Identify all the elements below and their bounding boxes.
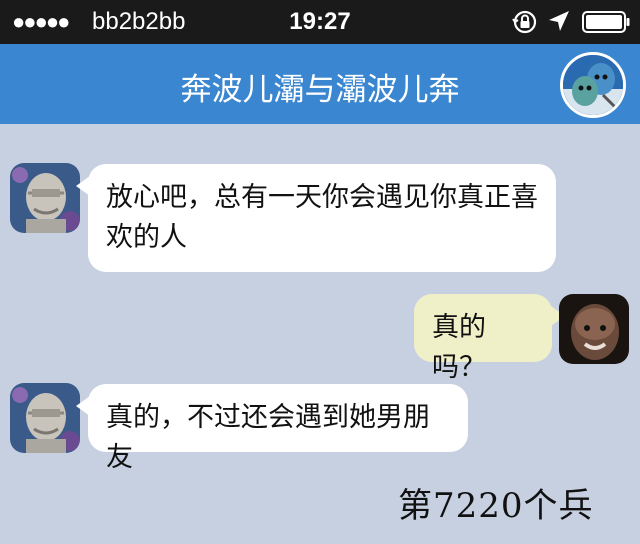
message-bubble[interactable]: 真的吗？	[414, 294, 552, 383]
sender-avatar[interactable]	[10, 383, 80, 453]
status-time: 19:27	[289, 8, 351, 35]
status-bar: ●●●●● bb2b2bb 19:27	[0, 0, 640, 44]
message-text: 真的吗？	[432, 312, 486, 383]
message-text-line: 欢的人	[106, 222, 187, 253]
group-avatar[interactable]	[560, 52, 626, 118]
chat-title: 奔波儿灞与灞波儿奔	[180, 72, 460, 108]
message-text: 真的，不过还会遇到她男朋友	[106, 402, 430, 473]
location-arrow-icon	[549, 11, 569, 31]
chat-header: 奔波儿灞与灞波儿奔	[0, 44, 640, 124]
message-text-line: 放心吧，总有一天你会遇见你真正喜	[106, 182, 538, 213]
sender-avatar[interactable]	[559, 294, 629, 364]
sender-avatar[interactable]	[10, 163, 80, 233]
message-bubble[interactable]: 真的，不过还会遇到她男朋友	[88, 384, 468, 473]
message-bubble[interactable]: 放心吧，总有一天你会遇见你真正喜 欢的人	[88, 164, 556, 272]
watermark-text: 第7220个兵	[398, 486, 594, 526]
battery-icon	[582, 11, 630, 33]
rotation-lock-icon	[512, 10, 537, 34]
